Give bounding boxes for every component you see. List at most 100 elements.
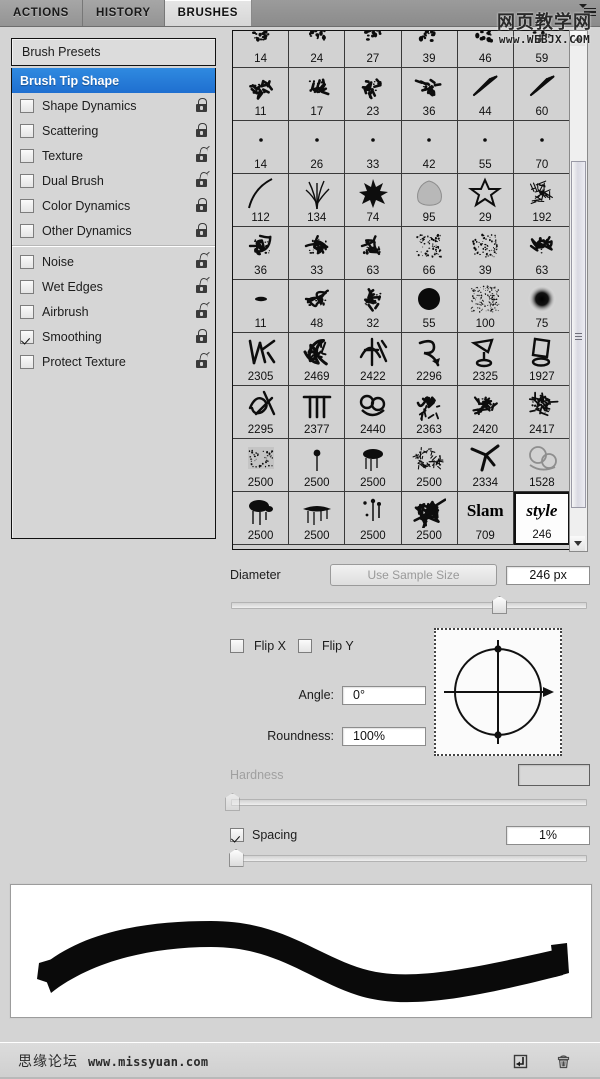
brush-cell[interactable]: 36	[401, 68, 458, 121]
scroll-up-button[interactable]	[570, 31, 585, 46]
lock-closed-icon[interactable]	[194, 223, 209, 238]
brush-cell[interactable]: 1528	[513, 439, 570, 492]
brush-cell[interactable]: 24	[289, 31, 346, 68]
brush-cell[interactable]: 39	[401, 31, 458, 68]
checkbox-texture[interactable]	[20, 148, 34, 163]
option-row-brush-tip-shape[interactable]: Brush Tip Shape	[12, 68, 215, 93]
scroll-down-button[interactable]	[570, 536, 585, 551]
checkbox-protect-texture[interactable]	[20, 354, 34, 369]
option-row-smoothing[interactable]: Smoothing	[12, 324, 215, 349]
brush-cell[interactable]: 2500	[289, 492, 346, 545]
brush-cell[interactable]: 39	[457, 227, 514, 280]
checkbox-shape-dynamics[interactable]	[20, 98, 34, 113]
flip-x-checkbox[interactable]	[230, 639, 244, 653]
angle-roundness-preview[interactable]	[434, 628, 562, 756]
spacing-value-field[interactable]: 1%	[506, 825, 590, 845]
brush-cell[interactable]: 59	[513, 31, 570, 68]
use-sample-size-button[interactable]: Use Sample Size	[329, 564, 498, 586]
option-row-scattering[interactable]: Scattering	[12, 118, 215, 143]
checkbox-noise[interactable]	[20, 254, 34, 269]
roundness-value-field[interactable]: 100%	[342, 726, 426, 746]
brush-cell[interactable]: 2422	[345, 333, 402, 386]
brush-cell[interactable]: 55	[457, 121, 514, 174]
brush-cell[interactable]: 27	[345, 31, 402, 68]
checkbox-airbrush[interactable]	[20, 304, 34, 319]
brush-grid-scrollbar[interactable]	[569, 30, 588, 552]
brush-cell[interactable]: 95	[401, 174, 458, 227]
lock-closed-icon[interactable]	[194, 198, 209, 213]
checkbox-color-dynamics[interactable]	[20, 198, 34, 213]
lock-open-icon[interactable]	[194, 146, 209, 163]
checkbox-scattering[interactable]	[20, 123, 34, 138]
brush-cell[interactable]: 1927	[513, 333, 570, 386]
brush-cell[interactable]: 42	[401, 121, 458, 174]
option-row-color-dynamics[interactable]: Color Dynamics	[12, 193, 215, 218]
spacing-slider[interactable]	[228, 849, 587, 867]
brush-cell[interactable]: 112	[233, 174, 290, 227]
scrollbar-thumb[interactable]	[571, 161, 586, 508]
checkbox-wet-edges[interactable]	[20, 279, 34, 294]
lock-closed-icon[interactable]	[194, 98, 209, 113]
brush-cell[interactable]: 192	[513, 174, 570, 227]
brush-cell[interactable]: 2325	[457, 333, 514, 386]
brush-cell[interactable]: 2500	[401, 439, 458, 492]
brush-cell[interactable]: 32	[345, 280, 402, 333]
brush-cell[interactable]: 2469	[289, 333, 346, 386]
lock-closed-icon[interactable]	[194, 329, 209, 344]
angle-value-field[interactable]: 0°	[342, 685, 426, 705]
brush-cell[interactable]: 70	[513, 121, 570, 174]
brush-cell[interactable]: 2500	[345, 492, 402, 545]
diameter-slider[interactable]	[231, 596, 587, 614]
brush-cell[interactable]: 2500	[345, 439, 402, 492]
option-row-dual-brush[interactable]: Dual Brush	[12, 168, 215, 193]
diameter-slider-track[interactable]	[231, 602, 587, 609]
diameter-slider-knob[interactable]	[492, 596, 507, 614]
lock-open-icon[interactable]	[194, 277, 209, 294]
spacing-slider-track[interactable]	[231, 855, 587, 862]
brush-cell[interactable]: 26	[289, 121, 346, 174]
brush-cell[interactable]: 63	[345, 227, 402, 280]
brush-cell[interactable]: 60	[513, 68, 570, 121]
option-row-wet-edges[interactable]: Wet Edges	[12, 274, 215, 299]
brush-cell[interactable]: 2305	[233, 333, 290, 386]
lock-open-icon[interactable]	[194, 302, 209, 319]
option-row-airbrush[interactable]: Airbrush	[12, 299, 215, 324]
brush-cell[interactable]: 134	[289, 174, 346, 227]
brush-cell[interactable]: 2500	[289, 439, 346, 492]
checkbox-smoothing[interactable]	[20, 329, 34, 344]
tab-brushes[interactable]: BRUSHES	[164, 0, 253, 26]
brush-cell[interactable]: 2417	[513, 386, 570, 439]
diameter-value-field[interactable]: 246 px	[506, 565, 590, 585]
lock-closed-icon[interactable]	[194, 123, 209, 138]
brush-cell[interactable]: 2334	[457, 439, 514, 492]
brush-cell[interactable]: 23	[345, 68, 402, 121]
brush-cell[interactable]: 63	[513, 227, 570, 280]
brush-cell[interactable]: 2295	[233, 386, 290, 439]
brush-cell[interactable]: 74	[345, 174, 402, 227]
option-row-shape-dynamics[interactable]: Shape Dynamics	[12, 93, 215, 118]
brush-cell[interactable]: 46	[457, 31, 514, 68]
spacing-checkbox[interactable]	[230, 828, 244, 842]
flip-y-checkbox[interactable]	[297, 639, 312, 653]
trash-icon[interactable]	[555, 1053, 572, 1070]
brush-presets-button[interactable]: Brush Presets	[11, 38, 216, 66]
brush-cell[interactable]: 2377	[289, 386, 346, 439]
spacing-slider-knob[interactable]	[228, 849, 244, 867]
brush-cell[interactable]: 55	[401, 280, 458, 333]
brush-cell[interactable]: 2420	[457, 386, 514, 439]
brush-cell[interactable]: 33	[289, 227, 346, 280]
brush-cell[interactable]: 14	[233, 121, 290, 174]
brush-cell[interactable]: 33	[345, 121, 402, 174]
lock-open-icon[interactable]	[194, 171, 209, 188]
tab-actions[interactable]: ACTIONS	[0, 0, 83, 26]
brush-cell[interactable]: 11	[233, 68, 290, 121]
brush-cell[interactable]: 29	[457, 174, 514, 227]
brush-cell[interactable]: 2500	[233, 439, 290, 492]
brush-cell[interactable]: 2363	[401, 386, 458, 439]
checkbox-dual-brush[interactable]	[20, 173, 34, 188]
option-row-other-dynamics[interactable]: Other Dynamics	[12, 218, 215, 243]
lock-open-icon[interactable]	[194, 352, 209, 369]
brush-cell[interactable]: 2296	[401, 333, 458, 386]
tab-history[interactable]: HISTORY	[82, 0, 165, 26]
brush-cell[interactable]: 2500	[233, 492, 290, 545]
